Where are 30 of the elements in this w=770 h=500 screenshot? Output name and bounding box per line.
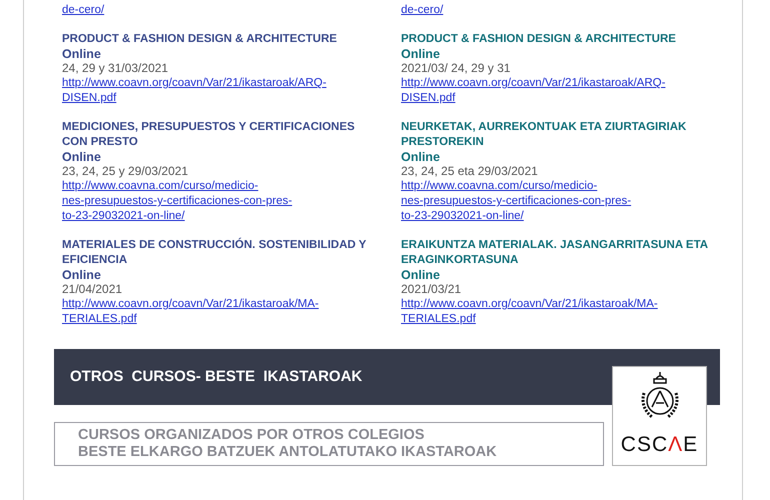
course-title: MATERIALES DE CONSTRUCCIÓN. SOSTENIBILIDAD Y EFICIENCIA xyxy=(62,238,368,268)
course-mode: Online xyxy=(401,268,440,282)
course-title: ERAIKUNTZA MATERIALAK. JASANGARRITASUNA ETA ERAGINKORTASUNA xyxy=(401,238,709,268)
course-title: NEURKETAK, AURREKONTUAK ETA ZIURTAGIRIAK PRESTOREKIN xyxy=(401,120,688,150)
course-link[interactable]: http://www.coavn.org/coavn/Var/21/ikastaroak/MA- TERIALES.pdf xyxy=(401,297,658,327)
course-mode: Online xyxy=(62,150,101,164)
course-date: 24, 29 y 31/03/2021 xyxy=(62,61,168,76)
course-link[interactable]: de-cero/ xyxy=(62,3,104,18)
course-link[interactable]: http://www.coavn.org/coavn/Var/21/ikastaroak/MA- TERIALES.pdf xyxy=(62,297,319,327)
course-mode: Online xyxy=(401,150,440,164)
course-link[interactable]: http://www.coavn.org/coavn/Var/21/ikastaroak/ARQ- DISEN.pdf xyxy=(401,76,666,106)
course-link[interactable]: http://www.coavna.com/curso/medicio- nes-presupuestos-y-certificaciones-con-pres- to-23-29032021-on-line/ xyxy=(62,179,292,224)
course-mode: Online xyxy=(401,47,440,61)
course-title: PRODUCT & FASHION DESIGN & ARCHITECTURE xyxy=(401,32,677,47)
banner-title: OTROS CURSOS- BESTE IKASTAROAK xyxy=(70,366,362,387)
subtitle-line: CURSOS ORGANIZADOS POR OTROS COLEGIOS xyxy=(78,427,426,444)
course-mode: Online xyxy=(62,268,101,282)
course-title: MEDICIONES, PRESUPUESTOS Y CERTIFICACIONES CON PRESTO xyxy=(62,120,356,150)
subtitle-line: BESTE ELKARGO BATZUEK ANTOLATUTAKO IKASTAROAK xyxy=(78,444,498,461)
course-mode: Online xyxy=(62,47,101,61)
course-date: 23, 24, 25 eta 29/03/2021 xyxy=(401,164,538,179)
course-date: 2021/03/21 xyxy=(401,282,462,297)
course-date: 2021/03/ 24, 29 y 31 xyxy=(401,61,510,76)
course-date: 21/04/2021 xyxy=(62,282,122,297)
logo-text: CSCΛE xyxy=(620,432,698,458)
course-title: PRODUCT & FASHION DESIGN & ARCHITECTURE xyxy=(62,32,338,47)
course-link[interactable]: http://www.coavn.org/coavn/Var/21/ikastaroak/ARQ- DISEN.pdf xyxy=(62,76,326,106)
course-link[interactable]: de-cero/ xyxy=(401,3,444,18)
course-link[interactable]: http://www.coavna.com/curso/medicio- nes-presupuestos-y-certificaciones-con-pres- to-23-29032021-on-line/ xyxy=(401,179,632,224)
course-date: 23, 24, 25 y 29/03/2021 xyxy=(62,164,188,179)
